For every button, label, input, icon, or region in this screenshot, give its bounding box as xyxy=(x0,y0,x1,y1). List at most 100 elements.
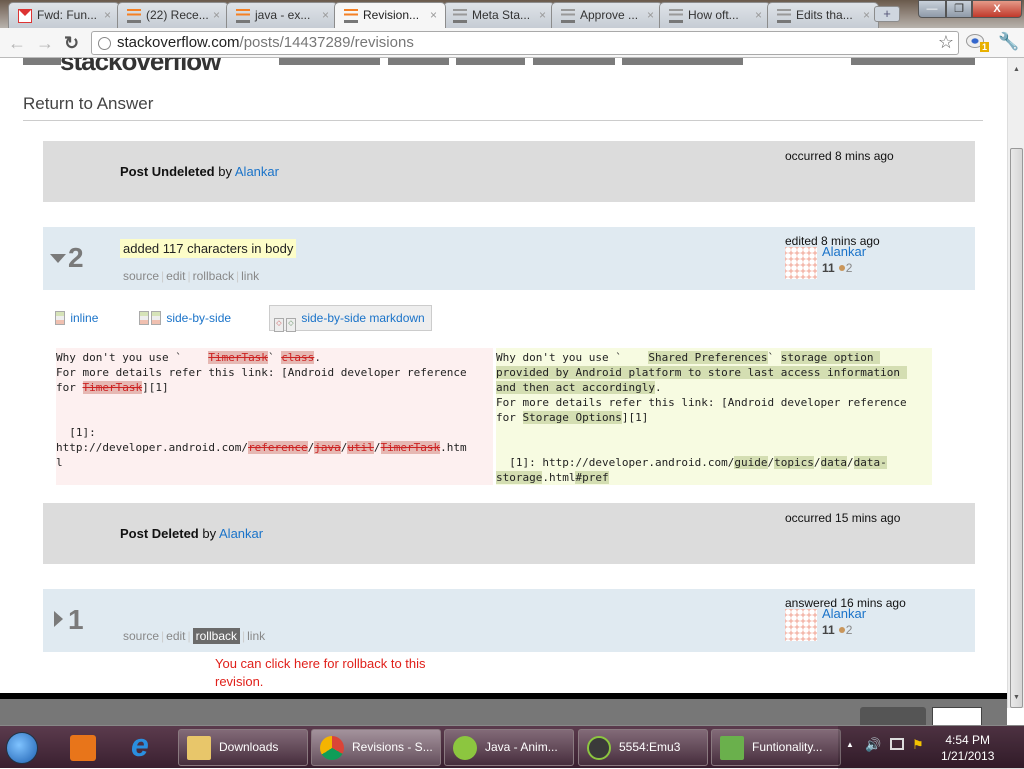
rollback-link[interactable]: rollback xyxy=(193,269,234,283)
view-inline[interactable]: inline xyxy=(55,305,98,331)
view-side-by-side-markdown[interactable]: ◇ ◇ side-by-side markdown xyxy=(269,305,432,332)
rollback-link[interactable]: rollback xyxy=(192,628,240,644)
show-hidden-icons[interactable]: ▲ xyxy=(846,740,854,749)
tab-java[interactable]: java - ex... × xyxy=(226,2,338,28)
tab-approve[interactable]: Approve ... × xyxy=(551,2,663,28)
wrench-icon[interactable]: 🔧 xyxy=(998,32,1019,52)
android-emulator-icon xyxy=(587,736,611,760)
forward-icon[interactable]: → xyxy=(36,33,54,54)
minimize-button[interactable]: — xyxy=(918,0,946,18)
tab-close-icon[interactable]: × xyxy=(863,8,870,22)
event-label: Post Deleted xyxy=(120,526,199,541)
permalink-link[interactable]: link xyxy=(247,629,265,643)
header-nav-tab[interactable] xyxy=(851,58,975,65)
header-nav-tab[interactable] xyxy=(456,58,525,65)
event-time: occurred 8 mins ago xyxy=(785,149,894,163)
brackets-icon xyxy=(453,736,477,760)
expand-triangle-icon[interactable] xyxy=(54,611,63,627)
tab-revisions[interactable]: Revision... × xyxy=(334,2,446,28)
diff-old-markdown: Why don't you use ` TimerTask` class. Fo… xyxy=(56,348,493,485)
side-by-side-icon xyxy=(139,311,149,325)
windows-taskbar: e Downloads Revisions - S... Java - Anim… xyxy=(0,725,1024,769)
taskbar-spreadsheet[interactable]: Funtionality... xyxy=(711,729,841,766)
new-tab-button[interactable]: + xyxy=(874,6,900,22)
event-time: occurred 15 mins ago xyxy=(785,511,901,525)
source-link[interactable]: source xyxy=(123,629,159,643)
internet-explorer-icon[interactable]: e xyxy=(131,727,163,763)
site-footer: about | faq | blog | chat | data | legal… xyxy=(0,693,1007,738)
bronze-badge-icon xyxy=(838,265,845,271)
edit-link[interactable]: edit xyxy=(166,269,185,283)
source-link[interactable]: source xyxy=(123,269,159,283)
site-logo[interactable]: stackoverflow xyxy=(60,58,221,77)
taskbar-downloads[interactable]: Downloads xyxy=(178,729,308,766)
header-nav-tab[interactable] xyxy=(388,58,449,65)
revision-1: 1 source | edit | rollback | link answered 16 … xyxy=(43,589,975,652)
collapse-triangle-icon[interactable] xyxy=(50,254,66,263)
revision-summary: added 117 characters in body xyxy=(120,239,297,258)
address-bar[interactable]: stackoverflow.com/posts/14437289/revisio… xyxy=(91,31,959,55)
rollback-annotation: You can click here for rollback to this … xyxy=(215,656,426,689)
divider xyxy=(23,120,983,121)
taskbar-emulator[interactable]: 5554:Emu3 xyxy=(578,729,708,766)
edit-link[interactable]: edit xyxy=(166,629,185,643)
return-to-answer-link[interactable]: Return to Answer xyxy=(23,94,153,114)
stackoverflow-icon xyxy=(777,9,791,23)
network-icon[interactable] xyxy=(890,738,904,750)
gmail-icon xyxy=(18,9,32,23)
system-clock[interactable]: 4:54 PM 1/21/2013 xyxy=(941,732,994,764)
header-nav-tab[interactable] xyxy=(279,58,380,65)
view-side-by-side[interactable]: side-by-side xyxy=(139,305,231,331)
revision-event-deleted: Post Deleted by Alankar occurred 15 mins… xyxy=(43,503,975,564)
diff-new-markdown: Why don't you use ` Shared Preferences` … xyxy=(496,348,932,485)
tab-gmail[interactable]: Fwd: Fun... × xyxy=(8,2,120,28)
volume-icon[interactable]: 🔊 xyxy=(865,737,881,753)
media-player-icon[interactable] xyxy=(70,735,96,761)
tab-close-icon[interactable]: × xyxy=(104,8,111,22)
avatar[interactable] xyxy=(785,247,817,279)
action-center-flag-icon[interactable]: ⚑ xyxy=(912,737,924,753)
user-link[interactable]: Alankar xyxy=(822,244,866,259)
user-link[interactable]: Alankar xyxy=(822,606,866,621)
tab-edits[interactable]: Edits tha... × xyxy=(767,2,879,28)
reload-icon[interactable]: ↻ xyxy=(64,33,79,54)
scrollbar-thumb[interactable] xyxy=(1010,148,1023,708)
chrome-icon xyxy=(320,736,344,760)
tab-how-often[interactable]: How oft... × xyxy=(659,2,771,28)
tab-recent[interactable]: (22) Rece... × xyxy=(117,2,229,28)
header-nav-tab[interactable] xyxy=(622,58,743,65)
revision-number: 2 xyxy=(68,242,84,273)
stackoverflow-icon xyxy=(561,9,575,23)
stackoverflow-icon xyxy=(669,9,683,23)
back-icon[interactable]: ← xyxy=(8,33,26,54)
revision-number: 1 xyxy=(68,604,84,635)
page-content: stackoverflow Return to Answer Post Unde… xyxy=(0,58,1007,693)
close-window-button[interactable]: X xyxy=(972,0,1022,18)
start-button-icon[interactable] xyxy=(6,732,38,764)
scroll-up-icon[interactable]: ▲ xyxy=(1013,66,1020,73)
tab-close-icon[interactable]: × xyxy=(755,8,762,22)
bookmark-star-icon[interactable]: ☆ xyxy=(938,32,954,53)
tab-close-icon[interactable]: × xyxy=(539,8,546,22)
maximize-button[interactable]: ❐ xyxy=(946,0,972,18)
scroll-down-icon[interactable]: ▼ xyxy=(1013,694,1020,701)
tab-meta[interactable]: Meta Sta... × xyxy=(443,2,555,28)
tab-close-icon[interactable]: × xyxy=(322,8,329,22)
folder-icon xyxy=(187,736,211,760)
avatar[interactable] xyxy=(785,609,817,641)
user-link[interactable]: Alankar xyxy=(219,526,263,541)
tab-close-icon[interactable]: × xyxy=(213,8,220,22)
revision-actions: source | edit | rollback | link xyxy=(123,269,260,283)
user-link[interactable]: Alankar xyxy=(235,164,279,179)
taskbar-chrome-revisions[interactable]: Revisions - S... xyxy=(311,729,441,766)
header-nav-tab[interactable] xyxy=(533,58,615,65)
permalink-link[interactable]: link xyxy=(241,269,259,283)
system-tray: ▲ 🔊 ⚑ 4:54 PM 1/21/2013 xyxy=(838,726,1024,769)
revision-actions: source | edit | rollback | link xyxy=(123,628,266,644)
stackoverflow-icon xyxy=(236,9,250,23)
taskbar-java-anim[interactable]: Java - Anim... xyxy=(444,729,574,766)
vertical-scrollbar[interactable]: ▲ ▼ xyxy=(1007,58,1024,708)
tab-close-icon[interactable]: × xyxy=(647,8,654,22)
tab-close-icon[interactable]: × xyxy=(430,8,437,22)
event-label: Post Undeleted xyxy=(120,164,215,179)
